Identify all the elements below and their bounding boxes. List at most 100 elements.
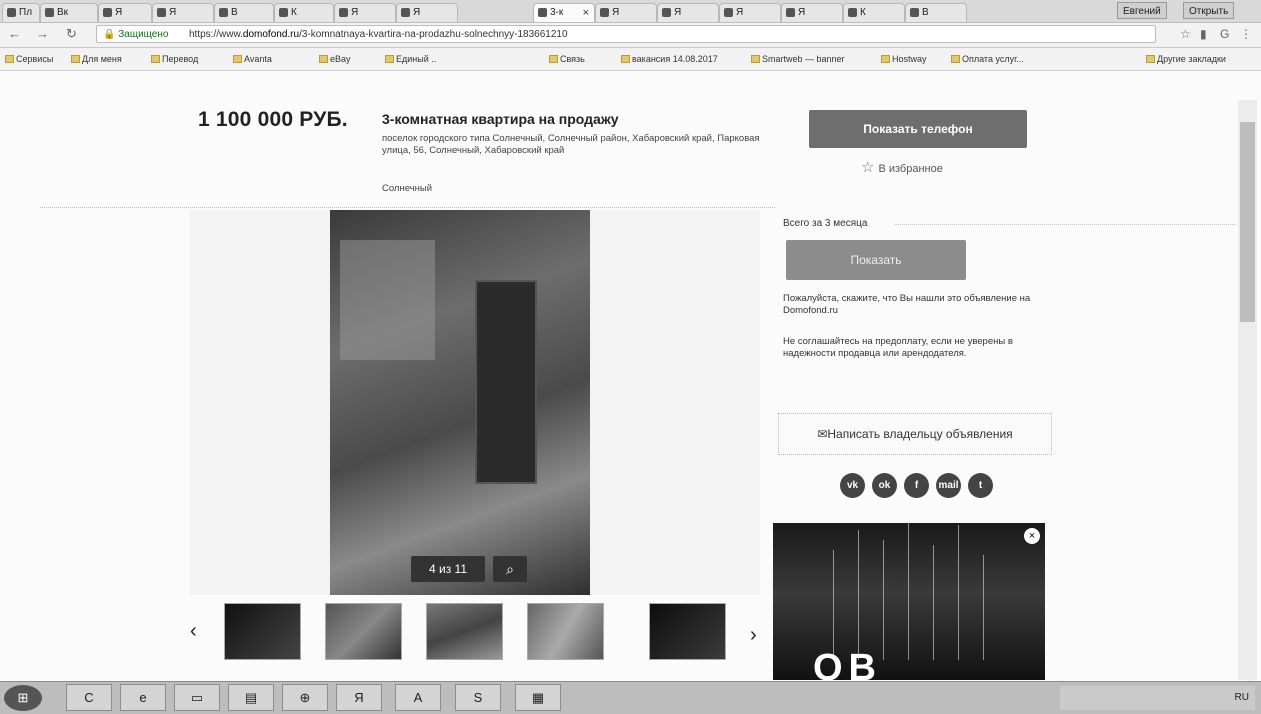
listing-address: поселок городского типа Солнечный, Солне… [382,133,760,156]
bookmark-item[interactable]: Для меня [70,48,122,70]
ad-close-icon[interactable]: × [1024,528,1040,544]
url-domain: domofond.ru [242,29,300,40]
ad-light-ray [933,545,934,660]
bookmark-item[interactable]: Avanta [232,48,272,70]
photo-counter: 4 из 11 [411,556,485,582]
photo-thumbnail[interactable] [224,603,301,660]
menu-icon[interactable]: ⋮ [1240,27,1252,41]
show-phone-button[interactable]: Показать телефон [809,110,1027,148]
ok-share-icon[interactable]: ok [872,473,897,498]
browser-tab-active[interactable]: 3-к × [533,3,595,22]
advertisement-banner[interactable]: × ОВ [773,523,1045,680]
listing-photo[interactable] [330,210,590,595]
tab-favicon-icon [7,8,16,17]
scrollbar-thumb[interactable] [1240,122,1255,322]
mail-share-icon[interactable]: mail [936,473,961,498]
reload-icon[interactable]: ↻ [66,26,77,42]
browser-tab[interactable]: В [905,3,967,22]
photo-thumbnail[interactable] [426,603,503,660]
photo-thumbnail[interactable] [527,603,604,660]
vk-share-icon[interactable]: vk [840,473,865,498]
bookmark-item[interactable]: Сервисы [4,48,53,70]
bookmark-item[interactable]: вакансия 14.08.2017 [620,48,718,70]
tab-close-icon[interactable]: × [583,4,589,22]
ad-light-ray [833,550,834,660]
start-button[interactable]: ⊞ [4,685,42,711]
ad-brand-text: ОВ [813,647,882,680]
bookmark-item[interactable]: eBay [318,48,351,70]
write-owner-button[interactable]: ✉Написать владельцу объявления [778,413,1052,455]
prev-photo-arrow[interactable]: ‹ [190,620,197,643]
ie-taskbar-icon[interactable]: e [120,684,166,711]
magnifier-icon[interactable]: ⌕ [493,556,527,582]
browser-tab[interactable]: Я [152,3,214,22]
browser-tab[interactable]: Пл [2,3,40,22]
photo-thumbnail[interactable] [649,603,726,660]
globe-taskbar-icon[interactable]: ⊕ [282,684,328,711]
page-scrollbar[interactable] [1238,100,1257,680]
account-icon[interactable]: G [1220,27,1229,41]
secure-label: 🔒 Защищено [103,29,169,40]
browser-tab[interactable]: Я [719,3,781,22]
browser-tab-strip: Пл Вк Я Я В К Я Я 3-к × Я Я Я Я К В Евген… [0,0,1261,23]
forward-arrow-icon[interactable]: → [36,26,49,42]
yandex-taskbar-icon[interactable]: Я [336,684,382,711]
browser-tab[interactable]: Я [781,3,843,22]
bookmarks-bar: Сервисы Для меня Перевод Avanta eBay Еди… [0,48,1261,71]
browser-tab[interactable]: Вк [40,3,98,22]
app-taskbar-icon[interactable]: A [395,684,441,711]
bookmark-item[interactable]: Связь [548,48,585,70]
profile-button[interactable]: Евгений [1117,2,1167,19]
ad-light-ray [908,523,909,660]
browser-tab[interactable]: В [214,3,274,22]
add-to-favorites-button[interactable]: ☆ В избранное [861,158,943,176]
browser-tab[interactable]: Я [657,3,719,22]
chrome-taskbar-icon[interactable]: C [66,684,112,711]
listing-district[interactable]: Солнечный [382,183,432,194]
show-button[interactable]: Показать [786,240,966,280]
back-arrow-icon[interactable]: ← [8,26,21,42]
facebook-share-icon[interactable]: f [904,473,929,498]
tab-label: Я [413,7,421,18]
browser-tab[interactable]: Я [396,3,458,22]
skype-taskbar-icon[interactable]: S [455,684,501,711]
tab-favicon-icon [600,8,609,17]
bookmark-item[interactable]: Единый .. [384,48,436,70]
bookmark-item[interactable]: Hostway [880,48,927,70]
next-photo-arrow[interactable]: › [750,624,757,647]
url-prefix: https://www. [189,29,243,40]
browser-tab[interactable]: Я [595,3,657,22]
tab-favicon-icon [662,8,671,17]
tab-favicon-icon [339,8,348,17]
browser-tab[interactable]: К [274,3,334,22]
app-taskbar-icon[interactable]: ▦ [515,684,561,711]
system-tray[interactable]: RU [1060,686,1255,710]
tab-label: К [860,7,866,18]
browser-tab[interactable]: Я [98,3,152,22]
window-control-button[interactable]: Открыть [1183,2,1235,19]
browser-tab[interactable]: Я [334,3,396,22]
secure-text: Защищено [118,29,169,40]
other-bookmarks[interactable]: Другие закладки [1145,48,1226,70]
os-taskbar: ⊞ C e ▭ ▤ ⊕ Я A S ▦ RU [0,681,1261,714]
explorer-taskbar-icon[interactable]: ▭ [174,684,220,711]
extension-icon[interactable]: ▮ [1200,27,1207,41]
divider [40,207,775,208]
tab-favicon-icon [279,8,288,17]
divider [895,224,1235,225]
bookmark-item[interactable]: Оплата услуг... [950,48,1024,70]
tab-favicon-icon [219,8,228,17]
bookmark-star-icon[interactable]: ☆ [1180,27,1191,41]
listing-title: 3-комнатная квартира на продажу [382,111,619,127]
url-input[interactable]: 🔒 Защищено https://www.domofond.ru/3-kom… [96,25,1156,43]
browser-tab[interactable]: К [843,3,905,22]
app-taskbar-icon[interactable]: ▤ [228,684,274,711]
photo-thumbnail[interactable] [325,603,402,660]
bookmark-item[interactable]: Перевод [150,48,198,70]
url-path: /3-komnatnaya-kvartira-na-prodazhu-solne… [299,29,568,40]
bookmark-item[interactable]: Smartweb — banner [750,48,845,70]
tab-label: В [231,7,238,18]
ad-light-ray [958,525,959,660]
tab-favicon-icon [848,8,857,17]
twitter-share-icon[interactable]: t [968,473,993,498]
